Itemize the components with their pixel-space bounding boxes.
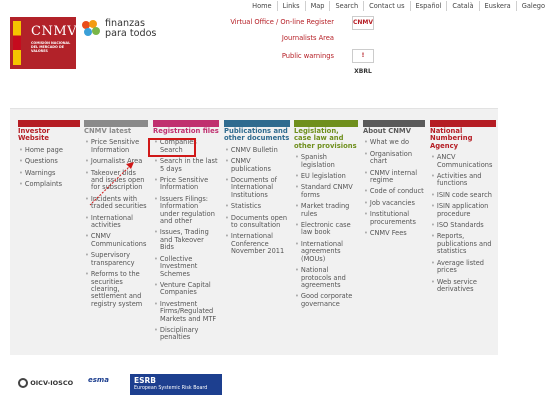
annotation-arrow bbox=[89, 162, 134, 206]
esrb-subtitle: European Systemic Risk Board bbox=[134, 386, 208, 391]
esma-label: esma bbox=[88, 376, 109, 384]
esrb-logo[interactable]: ESRB European Systemic Risk Board bbox=[130, 374, 222, 395]
esma-logo[interactable]: esma bbox=[88, 376, 109, 384]
oicv-iosco-logo[interactable]: OICV-IOSCO bbox=[18, 378, 73, 388]
esrb-title: ESRB bbox=[134, 376, 157, 385]
globe-icon bbox=[18, 378, 28, 388]
oicv-label: OICV-IOSCO bbox=[30, 379, 74, 387]
